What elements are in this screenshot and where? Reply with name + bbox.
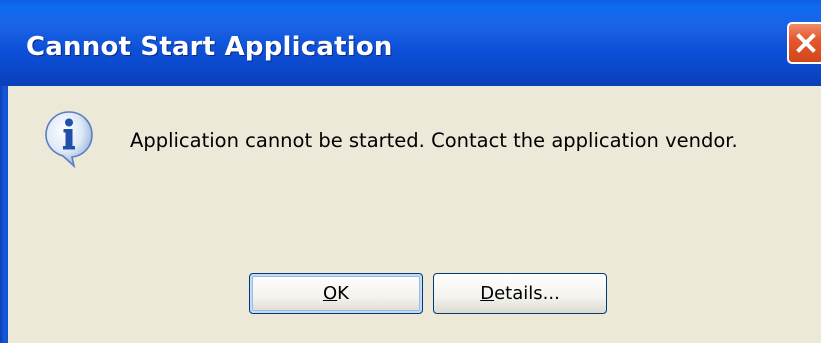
close-button[interactable] <box>787 22 821 64</box>
close-icon <box>796 33 816 53</box>
dialog-message: Application cannot be started. Contact t… <box>130 129 738 152</box>
window-title: Cannot Start Application <box>26 32 393 62</box>
title-bar[interactable]: Cannot Start Application <box>0 0 821 86</box>
dialog-window: Cannot Start Application Application can… <box>0 0 821 343</box>
details-button[interactable]: Details... <box>433 273 607 314</box>
window-frame-left <box>0 86 8 343</box>
ok-button[interactable]: OK <box>249 273 423 314</box>
ok-button-label: OK <box>323 283 349 304</box>
info-icon <box>45 111 93 168</box>
details-button-label: Details... <box>480 283 560 304</box>
